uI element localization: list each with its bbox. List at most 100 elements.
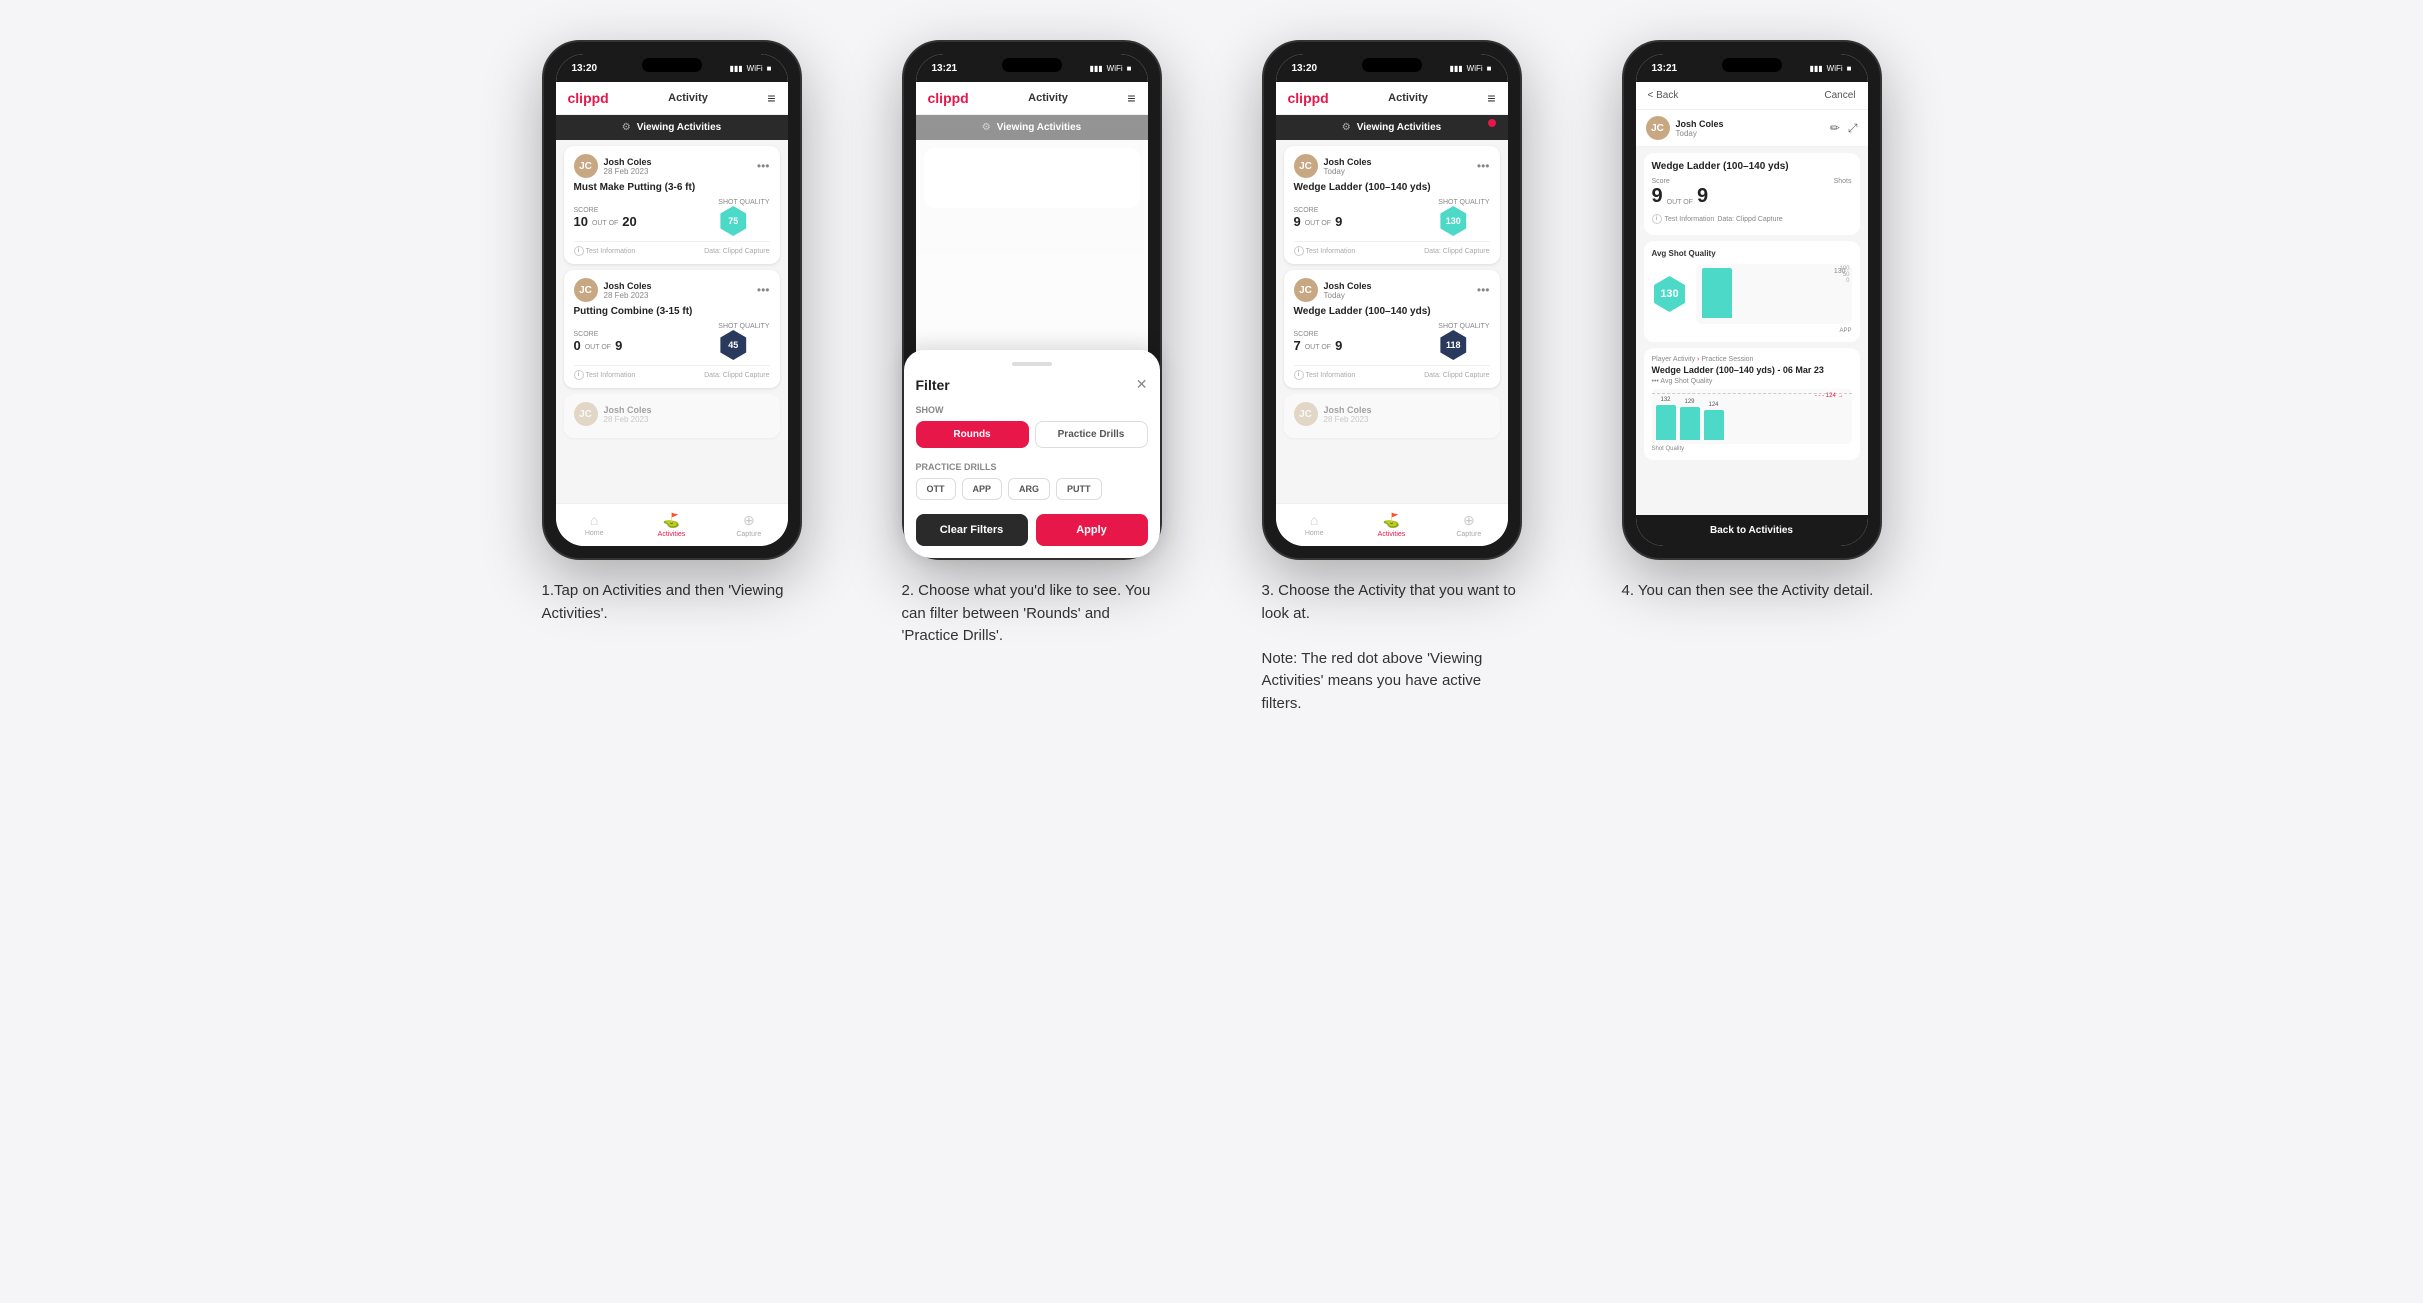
notch-pill-4 bbox=[1722, 58, 1782, 72]
user-meta-1-2: Josh Coles 28 Feb 2023 bbox=[604, 405, 652, 424]
activity-card-3-0[interactable]: JC Josh Coles Today ••• Wedge Ladder (10… bbox=[1284, 146, 1500, 264]
user-info-3-0: JC Josh Coles Today bbox=[1294, 154, 1372, 178]
detail-user-row-4: JC Josh Coles Today ✏ ⤢ bbox=[1636, 110, 1868, 147]
phone-column-4: 13:21 ▮▮▮ WiFi ■ < Back Cancel JC Jo bbox=[1592, 40, 1912, 715]
viewing-label-2: Viewing Activities bbox=[997, 122, 1081, 133]
signal-icon-4: ▮▮▮ bbox=[1809, 64, 1822, 73]
more-dots-1-0[interactable]: ••• bbox=[757, 159, 770, 173]
stats-row-1-1: Score 0 OUT OF 9 Shot Quality 45 bbox=[574, 323, 770, 360]
user-meta-3-0: Josh Coles Today bbox=[1324, 157, 1372, 176]
modal-handle bbox=[1012, 362, 1052, 366]
viewing-bar-1[interactable]: ⚙ Viewing Activities bbox=[556, 115, 788, 140]
phone-column-2: 13:21 ▮▮▮ WiFi ■ clippd Activity ≡ ⚙ Vie… bbox=[872, 40, 1192, 715]
cancel-button-4[interactable]: Cancel bbox=[1824, 90, 1855, 101]
quality-badge-3-1: 118 bbox=[1438, 330, 1468, 360]
footer-left-1-0: i Test Information bbox=[574, 246, 636, 256]
user-name-1-1: Josh Coles bbox=[604, 281, 652, 291]
home-label-3: Home bbox=[1305, 530, 1324, 537]
nav-activities-1[interactable]: ⛳ Activities bbox=[633, 508, 710, 542]
rounds-toggle[interactable]: Rounds bbox=[916, 421, 1029, 448]
nav-capture-3[interactable]: ⊕ Capture bbox=[1430, 508, 1507, 542]
avatar-3-1: JC bbox=[1294, 278, 1318, 302]
putt-tag[interactable]: PUTT bbox=[1056, 478, 1102, 500]
edit-icon-4[interactable]: ✏ bbox=[1830, 121, 1840, 136]
apply-button[interactable]: Apply bbox=[1036, 514, 1148, 546]
bottom-nav-1: ⌂ Home ⛳ Activities ⊕ Capture bbox=[556, 503, 788, 546]
caption-3: 3. Choose the Activity that you want to … bbox=[1262, 580, 1522, 715]
quality-badge-1-1: 45 bbox=[718, 330, 748, 360]
signal-icon-2: ▮▮▮ bbox=[1089, 64, 1102, 73]
app-logo-2: clippd bbox=[928, 90, 969, 106]
nav-home-3[interactable]: ⌂ Home bbox=[1276, 508, 1353, 542]
score-label-1-0: Score bbox=[574, 207, 637, 214]
more-dots-1-1[interactable]: ••• bbox=[757, 283, 770, 297]
score-label-3-1: Score bbox=[1294, 331, 1343, 338]
activity-title-3-1: Wedge Ladder (100–140 yds) bbox=[1294, 306, 1490, 317]
ott-tag[interactable]: OTT bbox=[916, 478, 956, 500]
sq-label-3-0: Shot Quality bbox=[1438, 199, 1489, 206]
nav-capture-1[interactable]: ⊕ Capture bbox=[710, 508, 787, 542]
score-group-1-0: Score 10 OUT OF 20 bbox=[574, 207, 637, 229]
back-button-4[interactable]: < Back bbox=[1648, 90, 1679, 101]
expand-icon-4[interactable]: ⤢ bbox=[1848, 121, 1858, 136]
nav-activities-3[interactable]: ⛳ Activities bbox=[1353, 508, 1430, 542]
practice-drills-label: Practice Drills bbox=[916, 462, 1148, 472]
activity-title-1-0: Must Make Putting (3-6 ft) bbox=[574, 182, 770, 193]
shots-value-1-1: 9 bbox=[615, 338, 622, 353]
menu-icon-2[interactable]: ≡ bbox=[1127, 90, 1135, 106]
detail-card-main-4: Wedge Ladder (100–140 yds) Score 9 OUT O… bbox=[1644, 153, 1860, 235]
menu-icon-3[interactable]: ≡ bbox=[1487, 90, 1495, 106]
card-header-3-2: JC Josh Coles 28 Feb 2023 bbox=[1294, 402, 1490, 426]
avatar-1-0: JC bbox=[574, 154, 598, 178]
session-title-4: Wedge Ladder (100–140 yds) - 06 Mar 23 bbox=[1652, 365, 1852, 375]
user-date-3-0: Today bbox=[1324, 167, 1372, 176]
chart-bar-4-0 bbox=[1656, 405, 1676, 440]
home-icon-1: ⌂ bbox=[590, 512, 598, 528]
user-info-1-2: JC Josh Coles 28 Feb 2023 bbox=[574, 402, 652, 426]
avatar-1-2: JC bbox=[574, 402, 598, 426]
footer-left-3-1: i Test Information bbox=[1294, 370, 1356, 380]
battery-icon-3: ■ bbox=[1487, 64, 1492, 73]
back-to-activities-button[interactable]: Back to Activities bbox=[1636, 515, 1868, 546]
info-icon-1-0: i bbox=[574, 246, 584, 256]
viewing-bar-2: ⚙ Viewing Activities bbox=[916, 115, 1148, 140]
activity-card-3-2: JC Josh Coles 28 Feb 2023 bbox=[1284, 394, 1500, 438]
activity-card-3-1[interactable]: JC Josh Coles Today ••• Wedge Ladder (10… bbox=[1284, 270, 1500, 388]
nav-home-1[interactable]: ⌂ Home bbox=[556, 508, 633, 542]
app-tag[interactable]: APP bbox=[962, 478, 1003, 500]
user-meta-3-1: Josh Coles Today bbox=[1324, 281, 1372, 300]
time-3: 13:20 bbox=[1292, 63, 1318, 74]
bar-1 bbox=[1702, 268, 1732, 318]
arg-tag[interactable]: ARG bbox=[1008, 478, 1050, 500]
status-icons-4: ▮▮▮ WiFi ■ bbox=[1809, 64, 1851, 73]
close-button[interactable]: ✕ bbox=[1136, 376, 1148, 393]
user-name-3-1: Josh Coles bbox=[1324, 281, 1372, 291]
footer-right-1-1: Data: Clippd Capture bbox=[704, 370, 769, 380]
card-header-3-0: JC Josh Coles Today ••• bbox=[1294, 154, 1490, 178]
avatar-4: JC bbox=[1646, 116, 1670, 140]
user-date-3-2: 28 Feb 2023 bbox=[1324, 415, 1372, 424]
more-dots-3-0[interactable]: ••• bbox=[1477, 159, 1490, 173]
caption-1: 1.Tap on Activities and then 'Viewing Ac… bbox=[542, 580, 802, 625]
viewing-bar-3[interactable]: ⚙ Viewing Activities bbox=[1276, 115, 1508, 140]
activities-label-1: Activities bbox=[658, 531, 686, 538]
menu-icon-1[interactable]: ≡ bbox=[767, 90, 775, 106]
phone-screen-1: 13:20 ▮▮▮ WiFi ■ clippd Activity ≡ ⚙ Vie… bbox=[556, 54, 788, 546]
practice-drills-toggle[interactable]: Practice Drills bbox=[1035, 421, 1148, 448]
filter-icon-3: ⚙ bbox=[1342, 122, 1351, 133]
battery-icon-4: ■ bbox=[1847, 64, 1852, 73]
avatar-3-0: JC bbox=[1294, 154, 1318, 178]
user-date-1-0: 28 Feb 2023 bbox=[604, 167, 652, 176]
more-dots-3-1[interactable]: ••• bbox=[1477, 283, 1490, 297]
clear-filters-button[interactable]: Clear Filters bbox=[916, 514, 1028, 546]
card-header-1-1: JC Josh Coles 28 Feb 2023 ••• bbox=[574, 278, 770, 302]
wifi-icon: WiFi bbox=[747, 64, 763, 73]
activity-card-1-0[interactable]: JC Josh Coles 28 Feb 2023 ••• Must Make … bbox=[564, 146, 780, 264]
app-header-3: clippd Activity ≡ bbox=[1276, 82, 1508, 115]
modal-header: Filter ✕ bbox=[916, 376, 1148, 393]
footer-right-3-0: Data: Clippd Capture bbox=[1424, 246, 1489, 256]
activities-icon-3: ⛳ bbox=[1383, 512, 1400, 529]
info-icon-3-0: i bbox=[1294, 246, 1304, 256]
show-label: Show bbox=[916, 405, 1148, 415]
activity-card-1-1[interactable]: JC Josh Coles 28 Feb 2023 ••• Putting Co… bbox=[564, 270, 780, 388]
